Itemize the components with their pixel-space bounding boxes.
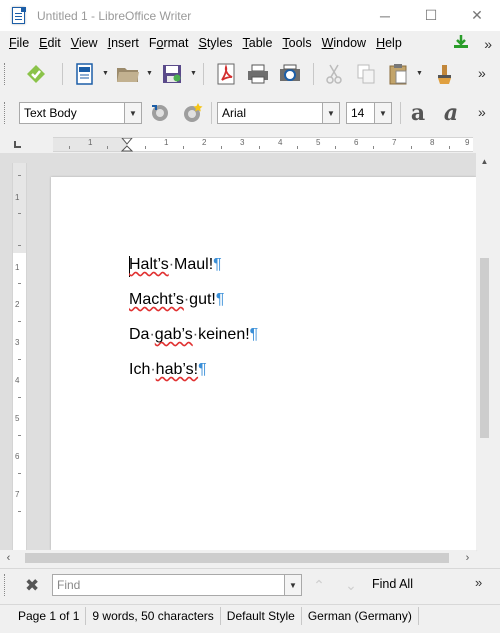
copy-icon[interactable] [352, 60, 380, 88]
font-name-select[interactable]: Arial ▼ [217, 102, 340, 124]
formatting-toolbar: Text Body ▼ Arial ▼ 14 ▼ a a » [0, 96, 500, 130]
toolbar-grip[interactable] [4, 102, 7, 124]
save-icon[interactable] [158, 60, 186, 88]
font-size-select[interactable]: 14 ▼ [346, 102, 392, 124]
writer-app-icon [11, 6, 27, 25]
new-dropdown-arrow[interactable]: ▼ [102, 70, 109, 77]
standard-toolbar: ▼ ▼ ▼ ▼ » [0, 55, 500, 93]
font-size-value: 14 [351, 106, 365, 120]
page-count[interactable]: Page 1 of 1 [0, 607, 87, 625]
print-icon[interactable] [244, 60, 272, 88]
menubar-overflow-button[interactable]: » [484, 36, 492, 52]
standard-toolbar-overflow[interactable]: » [478, 65, 486, 81]
menu-window[interactable]: Window [317, 36, 371, 50]
tab-type-icon[interactable] [14, 141, 21, 148]
misspelled-word[interactable]: Macht’s [129, 291, 184, 308]
horizontal-ruler[interactable]: 1 1 2 3 4 5 6 7 8 9 [53, 137, 473, 152]
find-previous-icon[interactable]: ⌃ [308, 574, 330, 596]
font-name-value: Arial [222, 106, 247, 120]
paragraph-style-select[interactable]: Text Body ▼ [19, 102, 142, 124]
misspelled-word[interactable]: gab’s [155, 326, 193, 343]
update-style-icon[interactable] [147, 100, 173, 126]
menu-view[interactable]: View [66, 36, 103, 50]
update-available-icon[interactable] [452, 34, 470, 53]
horizontal-ruler-row: 1 1 2 3 4 5 6 7 8 9 [0, 131, 500, 153]
find-toolbar: ✖ Find ▼ ⌃ ⌄ Find All » [0, 568, 500, 600]
find-next-icon[interactable]: ⌄ [340, 574, 362, 596]
title-bar: Untitled 1 - LibreOffice Writer ─ ☐ ✕ [0, 0, 500, 31]
chevron-down-icon[interactable]: ▼ [322, 103, 339, 123]
close-window-button[interactable]: ✕ [454, 0, 500, 31]
new-style-icon[interactable] [179, 100, 205, 126]
menu-table[interactable]: Table [238, 36, 278, 50]
pilcrow-mark: ¶ [213, 256, 222, 273]
open-folder-icon[interactable] [114, 60, 142, 88]
scroll-right-icon[interactable]: › [459, 550, 476, 565]
find-toolbar-overflow[interactable]: » [475, 575, 482, 590]
maximize-button[interactable]: ☐ [408, 0, 454, 31]
language-status[interactable]: German (Germany) [302, 607, 419, 625]
word-count[interactable]: 9 words, 50 characters [86, 607, 221, 625]
pilcrow-mark: ¶ [198, 361, 207, 378]
pilcrow-mark: ¶ [249, 326, 259, 343]
paste-icon[interactable] [384, 60, 412, 88]
menu-insert[interactable]: Insert [103, 36, 144, 50]
save-dropdown-arrow[interactable]: ▼ [190, 70, 197, 77]
menu-file[interactable]: File [0, 36, 34, 50]
chevron-down-icon[interactable]: ▼ [374, 103, 391, 123]
paragraph-2[interactable]: Macht’s·gut!¶ [129, 291, 224, 309]
menu-styles[interactable]: Styles [193, 36, 237, 50]
scroll-up-icon[interactable]: ▲ [476, 153, 493, 170]
paragraph-4[interactable]: Ich·hab’s!¶ [129, 361, 207, 379]
horizontal-scrollbar[interactable]: ‹ › [0, 550, 476, 565]
bold-icon[interactable]: a [405, 100, 431, 126]
toolbar-grip[interactable] [4, 63, 7, 85]
paragraph-style-value: Text Body [24, 106, 77, 120]
misspelled-word[interactable]: Halt’s [129, 256, 169, 273]
export-pdf-icon[interactable] [212, 60, 240, 88]
open-dropdown-arrow[interactable]: ▼ [146, 70, 153, 77]
formatting-toolbar-overflow[interactable]: » [478, 104, 486, 120]
minimize-button[interactable]: ─ [362, 0, 408, 31]
find-input[interactable]: Find ▼ [52, 574, 302, 596]
status-bar: Page 1 of 1 9 words, 50 characters Defau… [0, 604, 500, 627]
new-document-icon[interactable] [72, 60, 98, 88]
toolbar-grip[interactable] [4, 574, 7, 596]
page-style[interactable]: Default Style [221, 607, 302, 625]
menu-bar: File Edit View Insert Format Styles Tabl… [0, 31, 500, 55]
find-all-button[interactable]: Find All [372, 577, 413, 591]
paragraph-3[interactable]: Da·gab’s·keinen!¶ [129, 326, 258, 344]
cut-icon[interactable] [320, 60, 348, 88]
misspelled-word[interactable]: hab’s! [156, 361, 198, 378]
vertical-ruler[interactable]: 1 1 2 3 4 5 6 7 [12, 163, 27, 550]
vertical-scroll-thumb[interactable] [480, 258, 489, 438]
close-find-bar-icon[interactable]: ✖ [25, 576, 39, 596]
indent-marker[interactable] [121, 138, 133, 152]
document-page[interactable]: Halt’s·Maul!¶ Macht’s·gut!¶ Da·gab’s·kei… [51, 177, 476, 550]
menu-help[interactable]: Help [371, 36, 407, 50]
window-title: Untitled 1 - LibreOffice Writer [37, 8, 192, 23]
menu-edit[interactable]: Edit [34, 36, 66, 50]
italic-icon[interactable]: a [438, 100, 464, 126]
print-preview-icon[interactable] [276, 60, 304, 88]
paste-dropdown-arrow[interactable]: ▼ [416, 70, 423, 77]
vertical-scrollbar[interactable]: ▲ [476, 153, 493, 550]
scroll-left-icon[interactable]: ‹ [0, 550, 17, 565]
paragraph-1[interactable]: Halt’s·Maul!¶ [129, 256, 222, 274]
find-input-placeholder: Find [57, 578, 81, 592]
clone-formatting-icon[interactable] [430, 60, 458, 88]
chevron-down-icon[interactable]: ▼ [124, 103, 141, 123]
horizontal-scroll-thumb[interactable] [25, 553, 449, 563]
update-icon[interactable] [22, 60, 50, 88]
document-workarea: 1 1 2 3 4 5 6 7 Halt’s·Maul!¶ Macht’s·gu… [0, 153, 476, 550]
menu-format[interactable]: Format [144, 36, 194, 50]
pilcrow-mark: ¶ [215, 291, 225, 308]
chevron-down-icon[interactable]: ▼ [284, 575, 301, 595]
menu-tools[interactable]: Tools [277, 36, 316, 50]
